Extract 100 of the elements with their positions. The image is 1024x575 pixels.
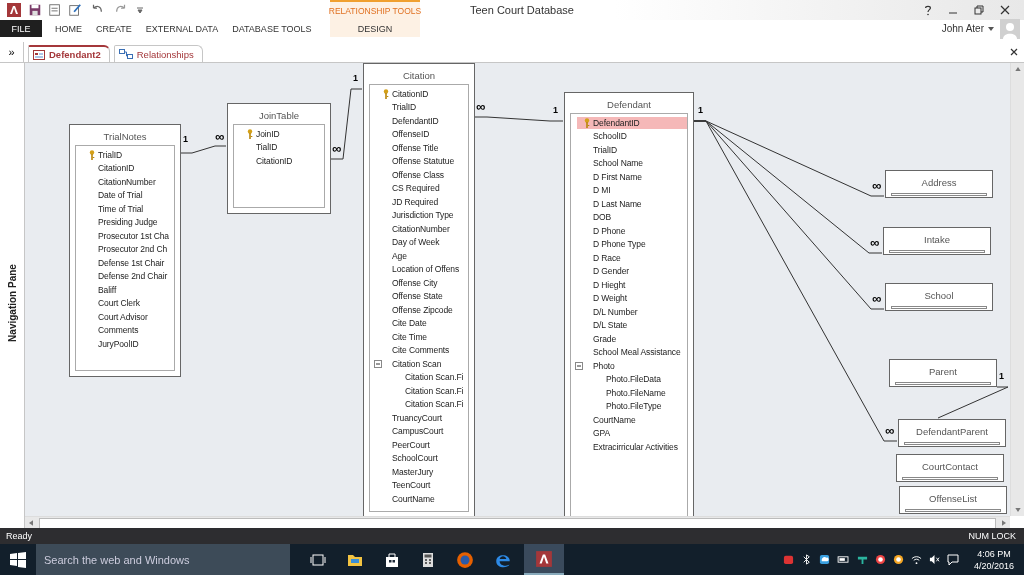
relationship-line[interactable]	[937, 386, 1009, 419]
user-name[interactable]: John Ater	[941, 23, 984, 34]
ribbon-tab[interactable]: HOME	[48, 20, 89, 37]
field-name[interactable]: Day of Week	[392, 236, 440, 249]
field-name[interactable]: TrialID	[98, 148, 122, 161]
restore-icon[interactable]	[974, 5, 984, 15]
field-name[interactable]: OffenseID	[392, 128, 430, 141]
document-tab[interactable]: Defendant2	[28, 45, 110, 62]
field-name[interactable]: D Weight	[593, 292, 627, 305]
close-icon[interactable]	[1010, 48, 1018, 56]
field-name[interactable]: Citation Scan	[392, 357, 442, 370]
file-tab[interactable]: FILE	[0, 20, 42, 37]
table-window[interactable]	[69, 124, 181, 377]
field-name[interactable]: CitationNumber	[392, 222, 450, 235]
field-name[interactable]: D Last Name	[593, 197, 642, 210]
ribbon-tab[interactable]: DESIGN	[330, 20, 420, 37]
table-window[interactable]: Address	[885, 170, 993, 198]
table-window[interactable]: JoinTable JoinID TialID CitationID	[227, 103, 331, 214]
vertical-scrollbar[interactable]	[1010, 63, 1024, 516]
field-name[interactable]: D Gender	[593, 265, 630, 278]
field-name[interactable]: CS Required	[392, 182, 440, 195]
clock[interactable]: 4:06 PM 4/20/2016	[973, 547, 1014, 572]
field-name[interactable]: Citation Scan.Fi	[392, 371, 464, 384]
field-name[interactable]: Presiding Judge	[98, 216, 158, 229]
table-window[interactable]: School	[885, 283, 993, 311]
field-name[interactable]: JD Required	[392, 195, 439, 208]
field-name[interactable]: Offense State	[392, 290, 443, 303]
table-window[interactable]: DefendantParent	[898, 419, 1006, 447]
field-name[interactable]: Prosecutor 2nd Ch	[98, 243, 168, 256]
field-name[interactable]: Court Advisor	[98, 310, 148, 323]
field-name[interactable]: Photo.FileName	[593, 386, 666, 399]
field-name[interactable]: Cite Comments	[392, 344, 450, 357]
field-name[interactable]: TeenCourt	[392, 479, 431, 492]
field-name[interactable]: Grade	[593, 332, 617, 345]
scroll-down-icon[interactable]	[1014, 508, 1021, 512]
field-name[interactable]: CitationID	[392, 87, 429, 100]
collapse-icon[interactable]	[575, 362, 583, 370]
relationship-line[interactable]	[180, 145, 227, 154]
ribbon-tab[interactable]: EXTERNAL DATA	[138, 20, 226, 37]
field-name[interactable]: TrialID	[392, 101, 416, 114]
save-icon[interactable]	[28, 3, 42, 17]
field-name[interactable]: JoinID	[256, 127, 280, 140]
field-name[interactable]: TruancyCourt	[392, 411, 442, 424]
close-icon[interactable]	[1000, 5, 1010, 15]
field-name[interactable]: JuryPoolID	[98, 337, 139, 350]
field-name[interactable]: D Race	[593, 251, 621, 264]
field-name[interactable]: Extracirricular Activities	[593, 440, 678, 453]
field-name[interactable]: Photo.FileType	[593, 400, 662, 413]
help-icon[interactable]	[924, 4, 932, 16]
field-name[interactable]: D Phone	[593, 224, 626, 237]
field-name[interactable]: Court Clerk	[98, 297, 140, 310]
notifications-icon[interactable]	[946, 553, 959, 566]
start-icon[interactable]	[10, 551, 26, 568]
relationship-line[interactable]	[693, 120, 898, 442]
search-field[interactable]: Search the web and Windows	[36, 549, 284, 570]
firefox-icon[interactable]	[456, 550, 474, 569]
form-icon[interactable]	[48, 3, 62, 17]
task-view-icon[interactable]	[310, 551, 326, 568]
tray-app-icon[interactable]	[856, 554, 868, 565]
edit-icon[interactable]	[68, 3, 82, 17]
field-name[interactable]: Offense City	[392, 276, 438, 289]
ribbon-tab[interactable]: DATABASE TOOLS	[225, 20, 319, 37]
access-taskbar-button[interactable]	[524, 544, 564, 575]
relationship-line[interactable]	[474, 116, 564, 122]
cloud-icon[interactable]	[818, 554, 830, 565]
field-name[interactable]: Defense 1st Chair	[98, 256, 165, 269]
scroll-right-icon[interactable]	[1002, 520, 1006, 526]
field-name[interactable]: Photo.FileData	[593, 373, 661, 386]
field-name[interactable]: School Meal Assistance	[593, 346, 681, 359]
ribbon-tab[interactable]: CREATE	[89, 20, 139, 37]
speaker-muted-icon[interactable]	[928, 554, 940, 565]
field-name[interactable]: DOB	[593, 211, 612, 224]
field-name[interactable]: D Phone Type	[593, 238, 646, 251]
field-name[interactable]: Citation Scan.Fi	[392, 384, 464, 397]
field-name[interactable]: School Name	[593, 157, 643, 170]
tray-app-icon[interactable]	[892, 554, 904, 565]
table-window[interactable]: Intake	[883, 227, 991, 255]
field-name[interactable]: D Hieght	[593, 278, 626, 291]
field-name[interactable]: Jurisdiction Type	[392, 209, 454, 222]
field-name[interactable]: Cite Time	[392, 330, 427, 343]
table-window[interactable]: Parent	[889, 359, 997, 387]
field-name[interactable]: D/L Number	[593, 305, 638, 318]
battery-icon[interactable]	[836, 555, 850, 564]
field-name[interactable]: Cite Date	[392, 317, 427, 330]
field-name[interactable]: CitationNumber	[98, 175, 156, 188]
field-name[interactable]: CitationID	[256, 154, 293, 167]
field-name[interactable]: Offense Title	[392, 141, 439, 154]
field-name[interactable]: CitationID	[98, 162, 135, 175]
customize-icon[interactable]	[136, 6, 144, 14]
field-name[interactable]: Defense 2nd Chair	[98, 270, 168, 283]
table-window[interactable]	[363, 63, 475, 516]
field-name[interactable]: D MI	[593, 184, 611, 197]
tray-app-icon[interactable]	[874, 554, 886, 565]
field-name[interactable]: Photo	[593, 359, 615, 372]
field-name[interactable]: TialID	[256, 141, 278, 154]
store-icon[interactable]	[384, 551, 400, 568]
field-name[interactable]: CourtName	[392, 492, 435, 505]
field-name[interactable]: MasterJury	[392, 465, 434, 478]
field-name[interactable]: D/L State	[593, 319, 628, 332]
field-name[interactable]: DefendantID	[392, 114, 439, 127]
